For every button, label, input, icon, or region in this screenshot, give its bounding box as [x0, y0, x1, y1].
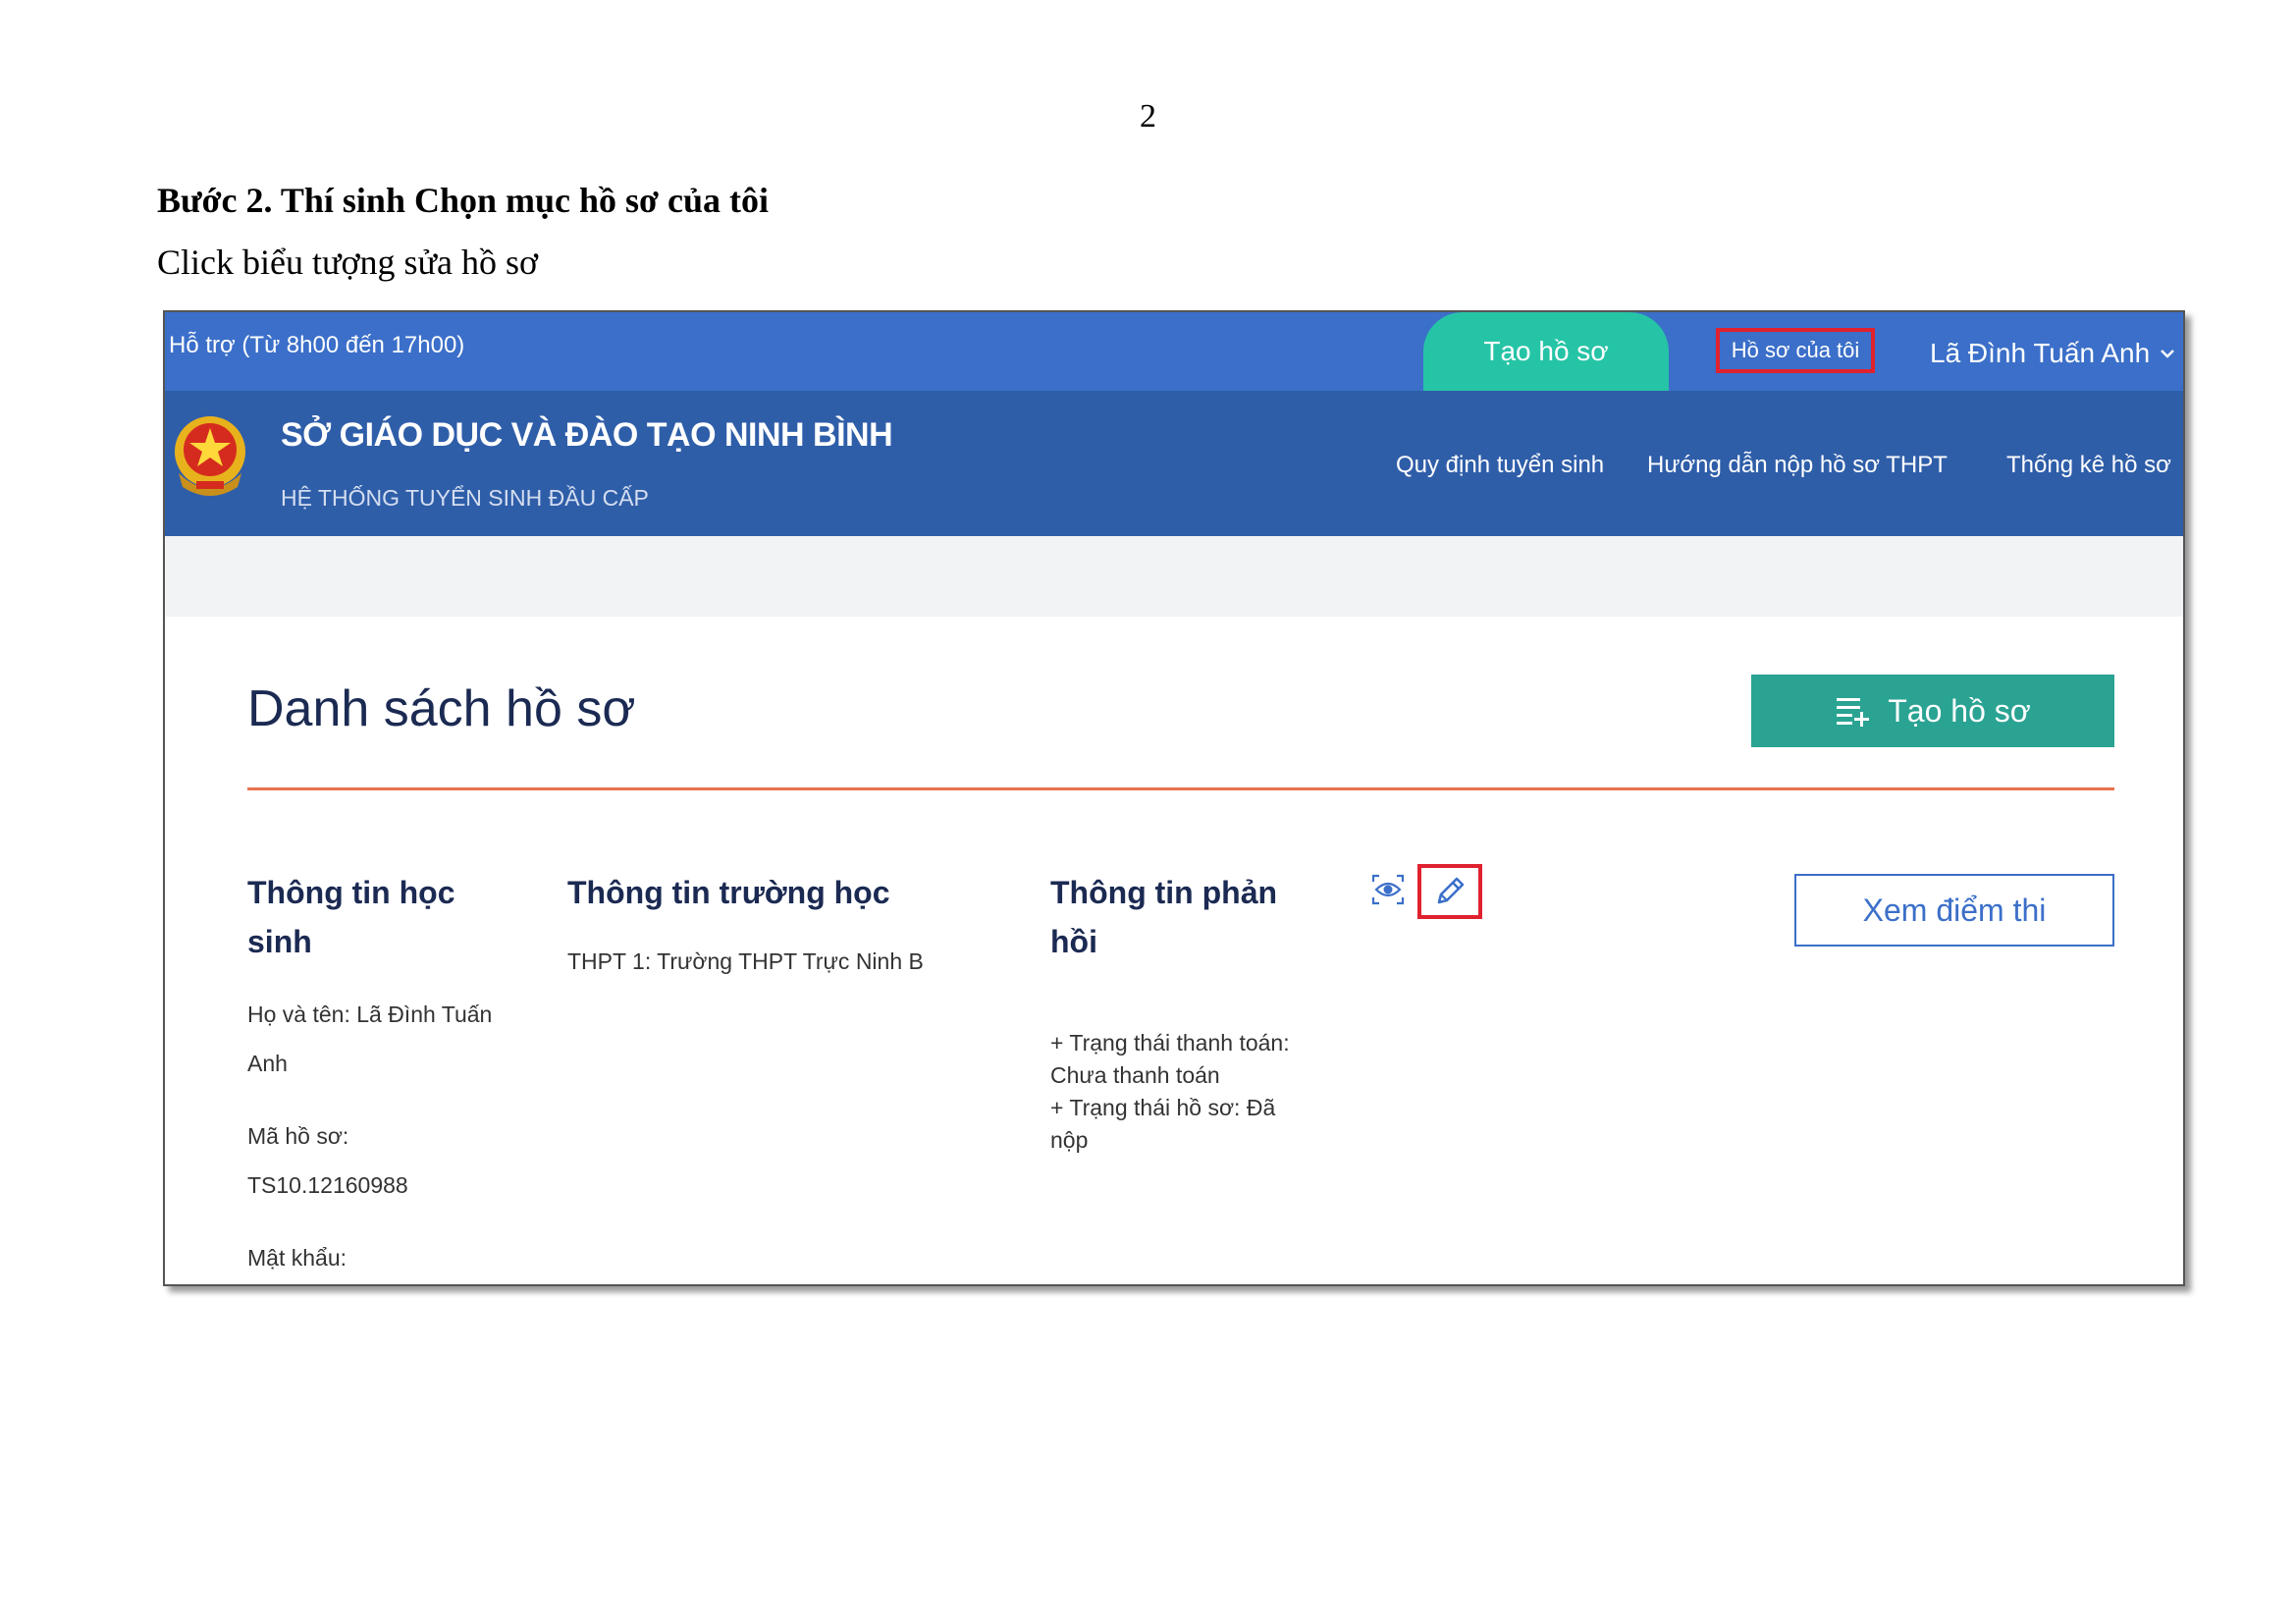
nav-statistics[interactable]: Thống kê hồ sơ — [2006, 452, 2171, 479]
eye-icon[interactable] — [1370, 872, 1406, 907]
user-menu[interactable]: Lã Đình Tuấn Anh — [1930, 338, 2177, 369]
feedback-info-heading: Thông tin phản hồi — [1050, 875, 1278, 959]
chevron-down-icon — [2161, 350, 2175, 358]
create-profile-label: Tạo hồ sơ — [1888, 692, 2031, 729]
view-scores-button[interactable]: Xem điểm thi — [1794, 874, 2114, 947]
student-info-heading: Thông tin học sinh — [247, 875, 455, 959]
user-name: Lã Đình Tuấn Anh — [1930, 338, 2151, 368]
screenshot-frame: Hỗ trợ (Từ 8h00 đến 17h00) Tạo hồ sơ Hồ … — [163, 310, 2185, 1286]
system-name: HỆ THỐNG TUYỂN SINH ĐẦU CẤP — [281, 485, 649, 511]
password-label: Mật khẩu: — [247, 1245, 347, 1271]
step-title: Bước 2. Thí sinh Chọn mục hồ sơ của tôi — [157, 181, 769, 220]
list-add-icon — [1837, 698, 1870, 727]
national-emblem-icon — [175, 416, 245, 496]
gray-band — [165, 536, 2183, 617]
pencil-icon — [1437, 877, 1465, 904]
page-title: Danh sách hồ sơ — [247, 680, 636, 737]
profile-code: Mã hồ sơ: TS10.12160988 — [247, 1123, 408, 1198]
school-choice: THPT 1: Trường THPT Trực Ninh B — [567, 948, 924, 974]
support-hours: Hỗ trợ (Từ 8h00 đến 17h00) — [169, 332, 465, 358]
feedback-status: + Trạng thái thanh toán: Chưa thanh toán… — [1050, 1030, 1290, 1153]
create-profile-button[interactable]: Tạo hồ sơ — [1751, 675, 2114, 747]
edit-profile-button[interactable] — [1417, 864, 1482, 919]
nav-submission-guide[interactable]: Hướng dẫn nộp hồ sơ THPT — [1647, 452, 1948, 479]
page-number: 2 — [1140, 98, 1156, 135]
step-description: Click biểu tượng sửa hồ sơ — [157, 243, 539, 282]
create-profile-tab-button[interactable]: Tạo hồ sơ — [1423, 312, 1669, 391]
school-info-heading: Thông tin trường học — [567, 875, 890, 910]
top-bar: Hỗ trợ (Từ 8h00 đến 17h00) Tạo hồ sơ Hồ … — [165, 312, 2183, 391]
student-name: Họ và tên: Lã Đình Tuấn Anh — [247, 1001, 493, 1076]
org-name: SỞ GIÁO DỤC VÀ ĐÀO TẠO NINH BÌNH — [281, 416, 893, 454]
nav-admission-rules[interactable]: Quy định tuyển sinh — [1396, 452, 1604, 479]
site-header: SỞ GIÁO DỤC VÀ ĐÀO TẠO NINH BÌNH HỆ THỐN… — [165, 391, 2183, 536]
my-profile-link[interactable]: Hồ sơ của tôi — [1716, 328, 1875, 373]
title-divider — [247, 787, 2114, 790]
